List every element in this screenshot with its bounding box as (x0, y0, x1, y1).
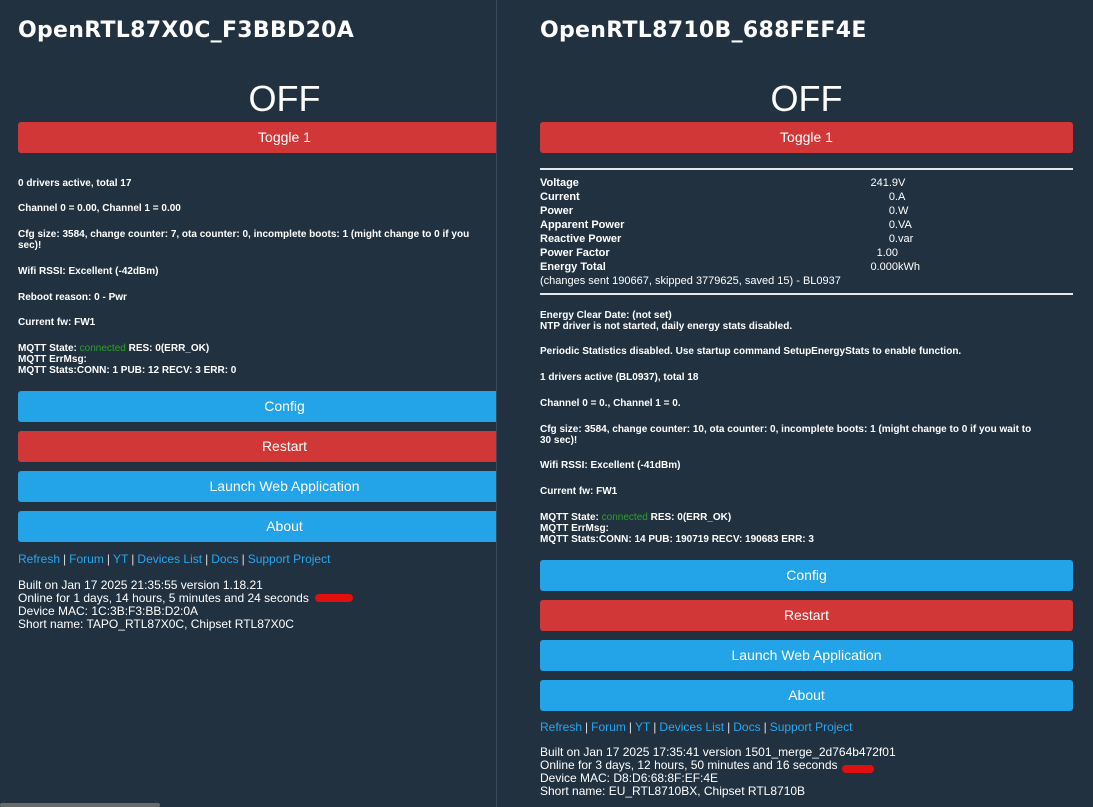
wifi-rssi-text: Wifi RSSI: Excellent (-42dBm) (18, 266, 159, 277)
support-project-link[interactable]: Support Project (248, 552, 331, 566)
energy-clear-date: Energy Clear Date: (not set) (540, 310, 672, 321)
mqtt-state-label: MQTT State: (18, 343, 77, 354)
energy-label: Reactive Power (540, 233, 622, 245)
device-title: OpenRTL8710B_688FEF4E (540, 18, 867, 43)
mqtt-res: RES: 0(ERR_OK) (650, 512, 732, 523)
about-button[interactable]: About (18, 511, 496, 542)
device-title: OpenRTL87X0C_F3BBD20A (18, 18, 355, 43)
energy-table: Voltage 241.9 V Current 0. A Power 0. W Apparent … (540, 176, 920, 274)
energy-unit: A (898, 191, 906, 203)
energy-label: Voltage (540, 177, 579, 189)
energy-value: 0. (888, 219, 898, 231)
mqtt-res: RES: 0(ERR_OK) (128, 343, 210, 354)
energy-unit (898, 246, 920, 260)
energy-unit: var (898, 233, 914, 245)
devices-list-link[interactable]: Devices List (659, 720, 724, 734)
energy-row: Reactive Power 0. var (540, 232, 920, 246)
energy-value: 0. (888, 233, 898, 245)
relay-state: OFF (248, 78, 321, 119)
energy-label: Power (540, 205, 574, 217)
redaction-mark (315, 594, 353, 602)
docs-link[interactable]: Docs (211, 552, 238, 566)
drivers-text: 0 drivers active, total 17 (18, 178, 132, 189)
energy-value: 1.00 (876, 247, 898, 259)
devices-list-link[interactable]: Devices List (137, 552, 202, 566)
support-project-link[interactable]: Support Project (770, 720, 853, 734)
reboot-reason-text: Reboot reason: 0 - Pwr (18, 292, 127, 303)
energy-unit: W (898, 205, 909, 217)
refresh-link[interactable]: Refresh (18, 552, 60, 566)
energy-row: Power 0. W (540, 204, 920, 218)
mqtt-state-label: MQTT State: (540, 512, 599, 523)
energy-row: Current 0. A (540, 190, 920, 204)
energy-value: 0. (888, 205, 898, 217)
energy-value: 0. (888, 191, 898, 203)
energy-row: Power Factor 1.00 (540, 246, 920, 260)
short-name: Short name: EU_RTL8710BX, Chipset RTL871… (540, 784, 806, 798)
mqtt-errmsg: MQTT ErrMsg: (540, 523, 609, 534)
energy-value: 241.9 (870, 177, 898, 189)
cfg-text-line2: 30 sec)! (540, 435, 578, 446)
ntp-text: NTP driver is not started, daily energy … (540, 321, 793, 332)
energy-label: Apparent Power (540, 219, 625, 231)
cfg-text-line2: sec)! (18, 240, 42, 251)
mqtt-connected-status: connected (79, 343, 126, 354)
energy-label: Current (540, 191, 580, 203)
config-button[interactable]: Config (540, 560, 1073, 591)
divider-line (540, 168, 1073, 170)
forum-link[interactable]: Forum (69, 552, 104, 566)
cfg-text-line1: Cfg size: 3584, change counter: 10, ota … (540, 424, 1032, 435)
divider-line (540, 293, 1073, 295)
launch-web-app-button[interactable]: Launch Web Application (540, 640, 1073, 671)
energy-row: Energy Total 0.000 kWh (540, 260, 920, 274)
energy-label: Energy Total (540, 261, 606, 273)
footer-links: Refresh | Forum | YT | Devices List | Docs | Suppo… (18, 552, 331, 566)
wifi-rssi-text: Wifi RSSI: Excellent (-41dBm) (540, 460, 681, 471)
short-name: Short name: TAPO_RTL87X0C, Chipset RTL87… (18, 617, 294, 631)
energy-row: Apparent Power 0. VA (540, 218, 920, 232)
mqtt-state-line: MQTT State: connected RES: 0(ERR_OK) (540, 512, 731, 523)
left-device-panel: OpenRTL87X0C_F3BBD20A OFF Toggle 1 0 dri… (0, 0, 496, 807)
mqtt-stats: MQTT Stats:CONN: 14 PUB: 190719 RECV: 19… (540, 534, 814, 545)
about-button[interactable]: About (540, 680, 1073, 711)
energy-value: 0.000 (870, 261, 898, 273)
energy-unit: VA (898, 219, 912, 231)
restart-button[interactable]: Restart (540, 600, 1073, 631)
restart-button[interactable]: Restart (18, 431, 496, 462)
periodic-stats-text: Periodic Statistics disabled. Use startu… (540, 346, 962, 357)
current-fw-text: Current fw: FW1 (18, 317, 96, 328)
channels-text: Channel 0 = 0., Channel 1 = 0. (540, 398, 681, 409)
channels-text: Channel 0 = 0.00, Channel 1 = 0.00 (18, 203, 181, 214)
footer-links: Refresh | Forum | YT | Devices List | Docs | Suppo… (540, 720, 853, 734)
refresh-link[interactable]: Refresh (540, 720, 582, 734)
toggle-button[interactable]: Toggle 1 (18, 122, 496, 153)
mqtt-connected-status: connected (601, 512, 648, 523)
mqtt-errmsg: MQTT ErrMsg: (18, 354, 87, 365)
energy-label: Power Factor (540, 247, 610, 259)
config-button[interactable]: Config (18, 391, 496, 422)
yt-link[interactable]: YT (635, 720, 650, 734)
energy-row: Voltage 241.9 V (540, 176, 920, 190)
launch-web-app-button[interactable]: Launch Web Application (18, 471, 496, 502)
horizontal-scrollbar[interactable] (0, 803, 160, 807)
toggle-button[interactable]: Toggle 1 (540, 122, 1073, 153)
redaction-mark (842, 765, 874, 773)
current-fw-text: Current fw: FW1 (540, 486, 618, 497)
cfg-text-line1: Cfg size: 3584, change counter: 7, ota c… (18, 229, 470, 240)
energy-unit: V (898, 177, 906, 189)
energy-note: (changes sent 190667, skipped 3779625, s… (540, 275, 841, 287)
yt-link[interactable]: YT (113, 552, 128, 566)
forum-link[interactable]: Forum (591, 720, 626, 734)
right-device-panel: OpenRTL8710B_688FEF4E OFF Toggle 1 Volta… (497, 0, 1093, 807)
mqtt-stats: MQTT Stats:CONN: 1 PUB: 12 RECV: 3 ERR: … (18, 365, 237, 376)
drivers-text: 1 drivers active (BL0937), total 18 (540, 372, 699, 383)
mqtt-state-line: MQTT State: connected RES: 0(ERR_OK) (18, 343, 209, 354)
relay-state: OFF (770, 78, 843, 119)
energy-unit: kWh (898, 261, 920, 273)
docs-link[interactable]: Docs (733, 720, 760, 734)
